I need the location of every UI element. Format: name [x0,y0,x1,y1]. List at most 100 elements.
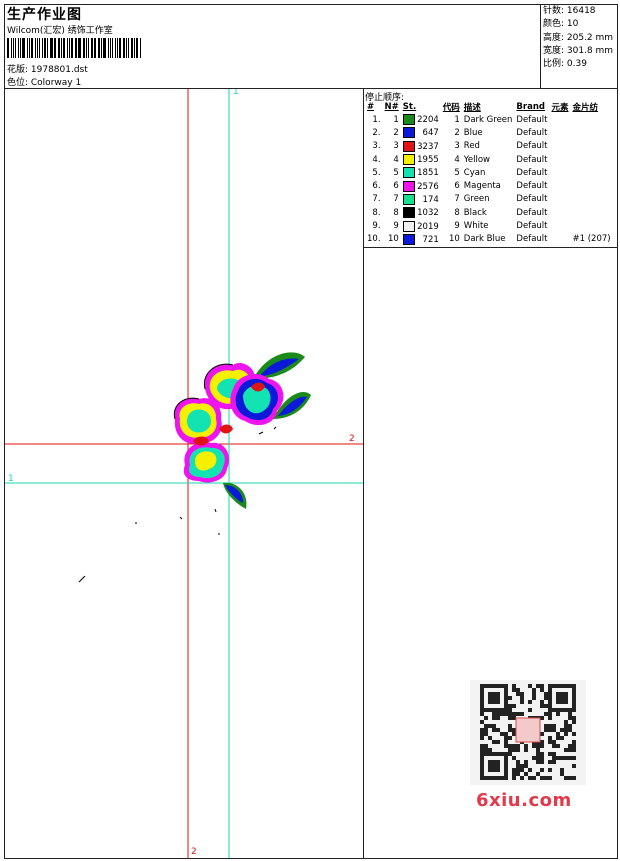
row-needle: 10 [387,234,399,245]
barcode-bar [70,38,73,58]
qr-module [568,776,572,780]
row-element [549,233,570,246]
qr-module [556,712,560,716]
table-divider [364,247,617,248]
qr-module [548,768,552,772]
qr-module [552,724,556,728]
row-description: Magenta [463,181,501,192]
barcode-bar [20,38,22,58]
row-code: 1 [454,114,460,125]
row-stitches: 2576 [401,179,441,192]
table-row: 1. 1 2204 1 Dark Green Default [365,113,613,126]
qr-module [568,744,572,748]
table-row: 6. 6 2576 6 Magenta Default [365,179,613,192]
barcode-bar [101,38,103,58]
site-watermark: 6xiu.com [476,790,572,811]
qr-module [488,748,492,752]
qr-module [524,772,528,776]
row-index: 7. [372,194,381,205]
stitch-value: 2204 [417,115,439,126]
row-sequin [571,126,613,139]
row-index: 10. [367,234,381,245]
row-description: Red [463,141,480,152]
barcode-bar [42,38,44,58]
qr-module [516,760,520,764]
row-element [549,153,570,166]
qr-module [500,732,504,736]
stitch-value: 1955 [417,155,439,166]
qr-module [492,724,496,728]
row-code: 9 [454,221,460,232]
barcode-bar [87,38,89,58]
qr-module [528,684,532,688]
row-stitches: 3237 [401,140,441,153]
row-index: 9. [372,221,381,232]
barcode-bar [93,38,95,58]
qr-module [484,744,488,748]
barcode-bar [76,38,78,58]
qr-module [508,704,512,708]
company-name: Wilcom(汇宏) 绣饰工作室 [7,26,113,36]
qr-module [508,716,512,720]
design-height: 高度: 205.2 mm [543,32,614,43]
row-sequin [571,206,613,219]
barcode-bar [37,38,39,58]
table-row: 3. 3 3237 3 Red Default [365,140,613,153]
qr-module [536,744,540,748]
design-stats: 针数: 16418 颜色: 10 高度: 205.2 mm 宽度: 301.8 … [543,5,613,71]
qr-module [556,744,560,748]
barcode-bar [68,38,70,58]
qr-module [540,740,544,744]
preview-divider [363,89,364,859]
row-index: 3. [372,141,381,152]
row-sequin [571,153,613,166]
qr-module [480,736,484,740]
row-code: 2 [454,127,460,138]
qr-module [508,728,512,732]
qr-module [564,748,568,752]
stitch-value: 2576 [417,181,439,192]
qr-module [544,696,548,700]
design-scale: 比例: 0.39 [543,59,587,70]
qr-module [508,752,512,756]
row-sequin [571,219,613,232]
qr-module [572,776,576,780]
row-element [549,126,570,139]
row-code: 7 [454,194,460,205]
qr-module [484,716,488,720]
design-preview: 1 1 2 2 [5,89,363,858]
barcode-bar [34,38,37,58]
qr-module [556,732,560,736]
qr-module [524,748,528,752]
row-description: Blue [463,127,483,138]
qr-module [552,756,556,760]
color-count: 颜色: 10 [543,19,579,30]
qr-module [480,712,484,716]
row-sequin [571,166,613,179]
qr-finder [488,760,500,772]
qr-module [552,728,556,732]
qr-module [544,728,548,732]
qr-module [512,728,516,732]
color-swatch [402,167,415,179]
col-header-sequin: 金片纺 [572,102,599,113]
row-element [549,193,570,206]
row-code: 8 [454,207,460,218]
qr-module [568,712,572,716]
row-needle: 8 [393,207,399,218]
row-stitches: 174 [401,193,441,206]
qr-module [572,756,576,760]
color-swatch [402,127,415,139]
qr-module [536,772,540,776]
color-swatch [402,193,415,205]
qr-module [532,744,536,748]
qr-module [512,712,516,716]
qr-module [552,744,556,748]
row-brand: Default [516,194,548,205]
table-row: 8. 8 1032 8 Black Default [365,206,613,219]
qr-module [504,712,508,716]
row-needle: 6 [393,181,399,192]
qr-module [504,732,508,736]
color-swatch [402,154,415,166]
row-brand: Default [516,154,548,165]
